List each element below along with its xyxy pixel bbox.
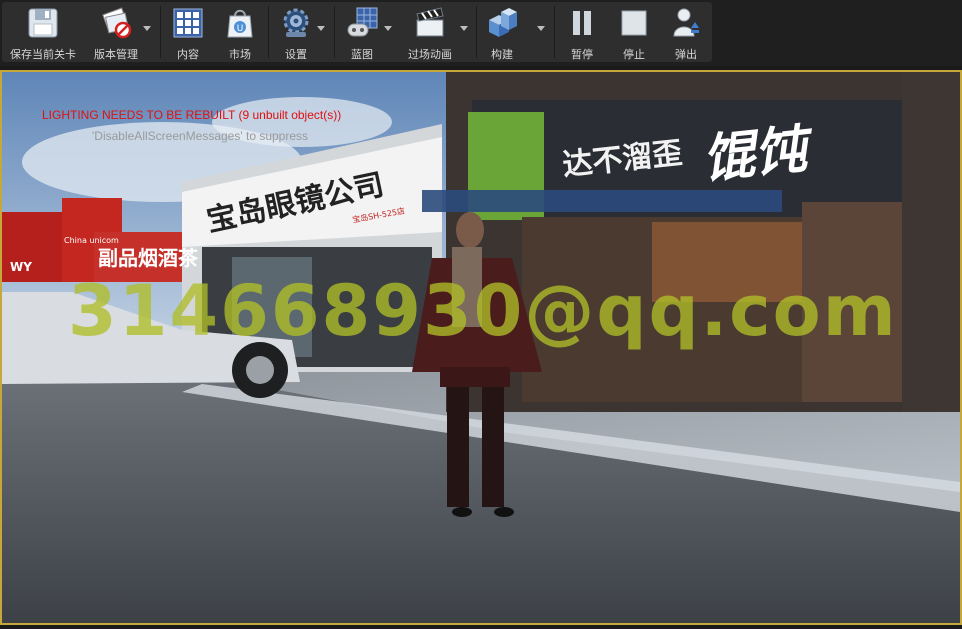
bottom-edge (0, 625, 962, 629)
suppress-messages-hint: 'DisableAllScreenMessages' to suppress (92, 129, 309, 143)
wy-sign: WY (10, 260, 32, 274)
cinematics-label: 过场动画 (408, 48, 452, 61)
build-label: 构建 (491, 48, 513, 61)
main-toolbar: 保存当前关卡 版本管理 内容 U 市场 设置 蓝图 过场动画 构建 暂停 停止 … (0, 0, 962, 66)
wonton-main-text: 馄饨 (699, 119, 810, 191)
build-icon (485, 6, 519, 40)
build-dropdown-icon[interactable] (537, 26, 545, 31)
save-level-label: 保存当前关卡 (10, 48, 76, 61)
settings-label: 设置 (285, 48, 307, 61)
blueprints-label: 蓝图 (351, 48, 373, 61)
blueprint-icon (345, 6, 379, 40)
toolbar-separator (554, 6, 555, 58)
settings-button[interactable]: 设置 (272, 0, 320, 62)
stop-button[interactable]: 停止 (610, 0, 658, 62)
blueprints-dropdown-icon[interactable] (384, 26, 392, 31)
pause-button[interactable]: 暂停 (558, 0, 606, 62)
cinematics-clapper-icon (413, 6, 447, 40)
marketplace-icon: U (223, 6, 257, 40)
lighting-rebuild-warning: LIGHTING NEEDS TO BE REBUILT (9 unbuilt … (42, 108, 342, 122)
toolbar-separator (334, 6, 335, 58)
cinematics-button[interactable]: 过场动画 (398, 0, 462, 62)
build-button[interactable]: 构建 (478, 0, 526, 62)
toolbar-separator (476, 6, 477, 58)
settings-gear-icon (279, 6, 313, 40)
eject-icon (669, 6, 703, 40)
liquor-shop-sign: 副品烟酒茶 (98, 246, 198, 270)
cinematics-dropdown-icon[interactable] (460, 26, 468, 31)
awning (422, 190, 782, 212)
settings-dropdown-icon[interactable] (317, 26, 325, 31)
svg-text:U: U (237, 24, 244, 34)
content-label: 内容 (177, 48, 199, 61)
stop-label: 停止 (623, 48, 645, 61)
unicom-sign: China unicom (64, 236, 119, 245)
eject-button[interactable]: 弹出 (662, 0, 710, 62)
pause-icon (565, 6, 599, 40)
marketplace-button[interactable]: U 市场 (216, 0, 264, 62)
marketplace-label: 市场 (229, 48, 251, 61)
toolbar-separator (160, 6, 161, 58)
watermark-text: 314668930@qq.com (68, 270, 898, 352)
level-viewport[interactable]: 宝岛眼镜公司 宝岛SH-525店 达不溜歪 馄饨 副品烟酒茶 China uni… (0, 70, 962, 625)
save-level-button[interactable]: 保存当前关卡 (4, 0, 82, 62)
content-browser-icon (171, 6, 205, 40)
source-control-icon (99, 6, 133, 40)
save-icon (26, 6, 60, 40)
source-control-label: 版本管理 (94, 48, 138, 61)
toolbar-separator (268, 6, 269, 58)
blueprints-button[interactable]: 蓝图 (338, 0, 386, 62)
source-control-button[interactable]: 版本管理 (86, 0, 146, 62)
pause-label: 暂停 (571, 48, 593, 61)
source-control-dropdown-icon[interactable] (143, 26, 151, 31)
content-button[interactable]: 内容 (164, 0, 212, 62)
stop-icon (617, 6, 651, 40)
eject-label: 弹出 (675, 48, 697, 61)
